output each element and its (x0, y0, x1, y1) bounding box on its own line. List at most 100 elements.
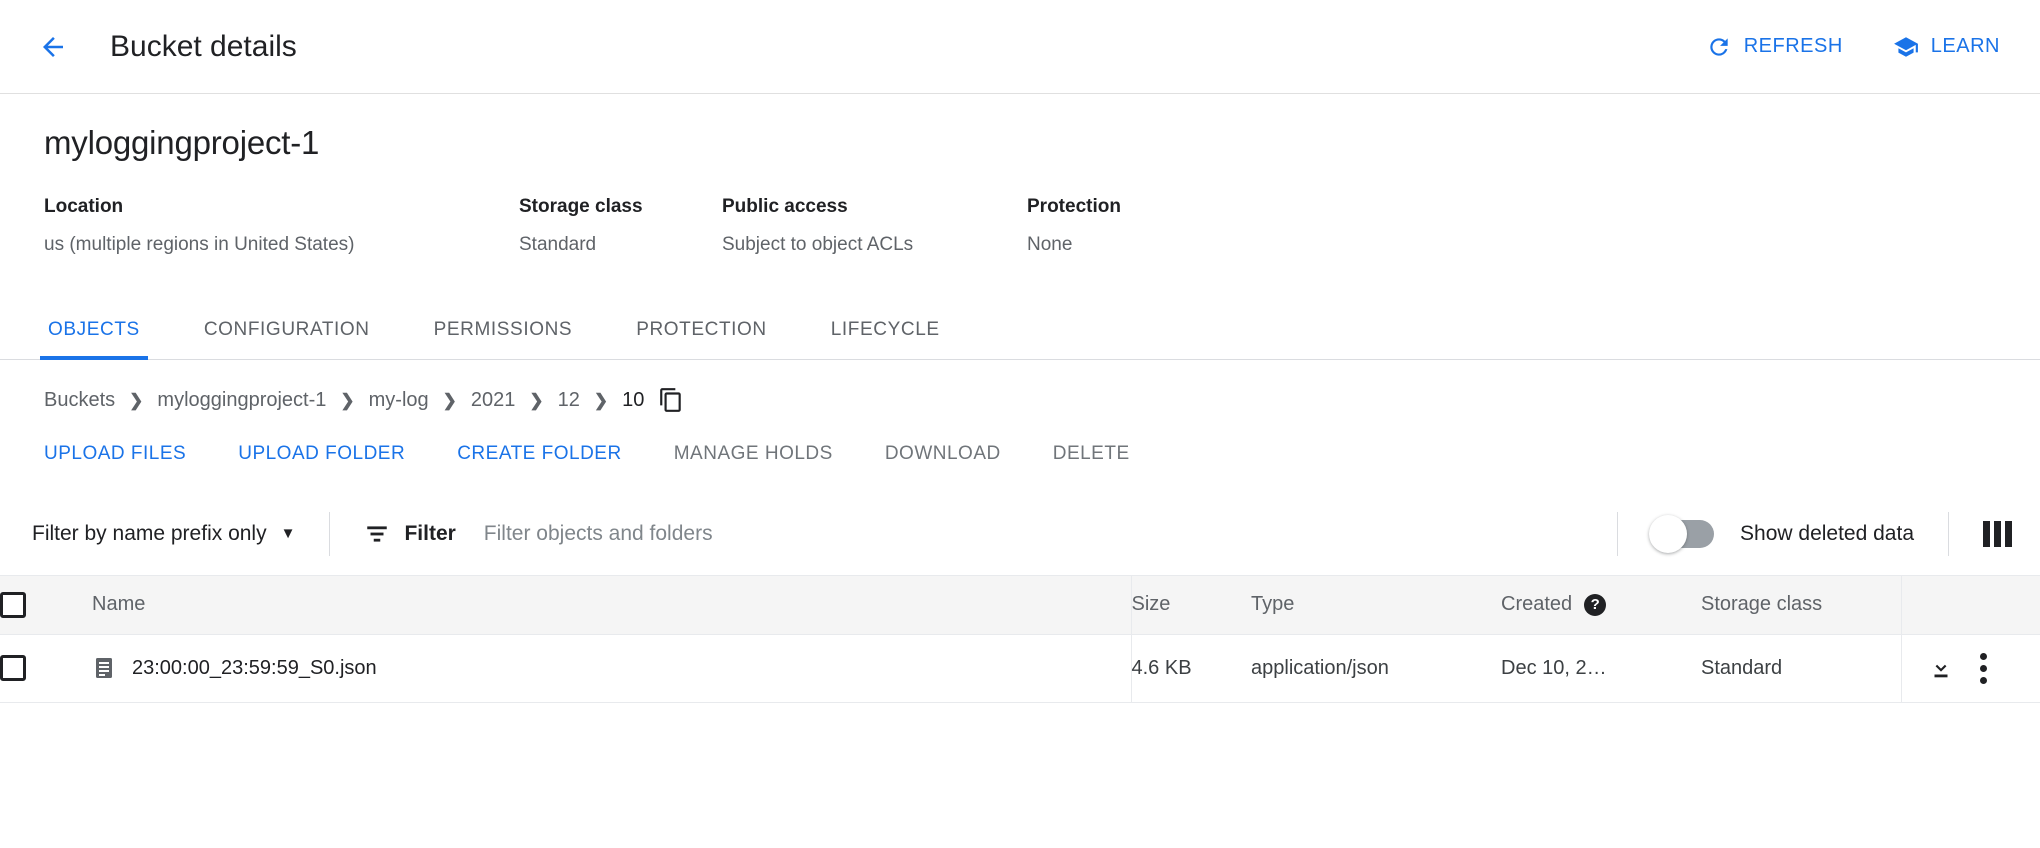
object-actions-bar: UPLOAD FILES UPLOAD FOLDER CREATE FOLDER… (0, 414, 2040, 476)
breadcrumb-item-10: 10 (622, 389, 644, 412)
header-name[interactable]: Name (92, 576, 1131, 634)
filter-input[interactable] (482, 521, 1583, 547)
breadcrumb-item-buckets[interactable]: Buckets (44, 389, 115, 412)
upload-folder-button[interactable]: UPLOAD FOLDER (238, 443, 405, 465)
header-storage-class[interactable]: Storage class (1701, 576, 1901, 634)
learn-label: LEARN (1931, 35, 2000, 58)
refresh-icon (1706, 34, 1732, 60)
table-row[interactable]: 23:00:00_23:59:59_S0.json 4.6 KB applica… (0, 634, 2040, 702)
objects-table: Name Size Type Created ? Storage class (0, 576, 2040, 703)
tab-label: OBJECTS (48, 319, 140, 341)
breadcrumb-separator: ❯ (129, 392, 143, 409)
copy-icon (658, 387, 684, 413)
upload-files-button[interactable]: UPLOAD FILES (44, 443, 186, 465)
metadata-label: Public access (722, 196, 1027, 218)
graduation-cap-icon (1893, 34, 1919, 60)
bucket-metadata-row: Location us (multiple regions in United … (44, 196, 1996, 256)
metadata-public-access: Public access Subject to object ACLs (722, 196, 1027, 256)
bucket-summary: myloggingproject-1 Location us (multiple… (0, 94, 2040, 256)
tab-bar: OBJECTS CONFIGURATION PERMISSIONS PROTEC… (0, 300, 2040, 360)
refresh-button[interactable]: REFRESH (1706, 34, 1843, 60)
metadata-value: Standard (519, 234, 722, 256)
show-deleted-data-toggle[interactable] (1652, 520, 1714, 548)
select-all-header-cell (0, 576, 92, 634)
prefix-filter-dropdown[interactable]: Filter by name prefix only ▼ (32, 522, 295, 546)
breadcrumb-separator: ❯ (529, 392, 543, 409)
page-title: Bucket details (110, 30, 297, 64)
arrow-left-icon (38, 32, 68, 62)
top-app-bar: Bucket details REFRESH LEARN (0, 0, 2040, 94)
row-size: 4.6 KB (1131, 634, 1251, 702)
download-button[interactable]: DOWNLOAD (885, 443, 1001, 465)
breadcrumb: Buckets ❯ myloggingproject-1 ❯ my-log ❯ … (0, 360, 2040, 414)
row-storage-class: Standard (1701, 634, 1901, 702)
row-checkbox[interactable] (0, 655, 26, 681)
show-deleted-data-label: Show deleted data (1740, 522, 1914, 546)
object-name[interactable]: 23:00:00_23:59:59_S0.json (132, 657, 377, 680)
tab-label: PROTECTION (636, 319, 767, 341)
metadata-label: Storage class (519, 196, 722, 218)
create-folder-button[interactable]: CREATE FOLDER (457, 443, 622, 465)
tab-permissions[interactable]: PERMISSIONS (430, 300, 577, 359)
table-body: 23:00:00_23:59:59_S0.json 4.6 KB applica… (0, 634, 2040, 702)
tab-label: PERMISSIONS (434, 319, 573, 341)
manage-holds-button[interactable]: MANAGE HOLDS (674, 443, 833, 465)
breadcrumb-item-12[interactable]: 12 (558, 389, 580, 412)
row-type: application/json (1251, 634, 1501, 702)
tab-objects[interactable]: OBJECTS (44, 300, 144, 359)
tab-configuration[interactable]: CONFIGURATION (200, 300, 374, 359)
learn-button[interactable]: LEARN (1893, 34, 2000, 60)
header-created[interactable]: Created ? (1501, 576, 1701, 634)
divider (1948, 512, 1949, 556)
columns-icon[interactable] (1983, 521, 2012, 547)
breadcrumb-separator: ❯ (443, 392, 457, 409)
row-select-cell (0, 634, 92, 702)
divider (1617, 512, 1618, 556)
prefix-filter-label: Filter by name prefix only (32, 522, 267, 546)
toggle-knob (1649, 515, 1687, 553)
breadcrumb-item-myloggingproject-1[interactable]: myloggingproject-1 (157, 389, 326, 412)
help-icon[interactable]: ? (1584, 594, 1606, 616)
row-actions-cell (1901, 634, 2040, 702)
metadata-storage-class: Storage class Standard (519, 196, 722, 256)
breadcrumb-separator: ❯ (594, 392, 608, 409)
header-actions (1901, 576, 2040, 634)
download-row-button[interactable] (1928, 655, 1954, 681)
tab-lifecycle[interactable]: LIFECYCLE (827, 300, 944, 359)
tab-label: CONFIGURATION (204, 319, 370, 341)
select-all-checkbox[interactable] (0, 592, 26, 618)
filter-bar: Filter by name prefix only ▼ Filter Show… (0, 492, 2040, 576)
back-button[interactable] (28, 22, 78, 72)
metadata-label: Location (44, 196, 519, 218)
metadata-value: None (1027, 234, 1227, 256)
table-header-row: Name Size Type Created ? Storage class (0, 576, 2040, 634)
metadata-label: Protection (1027, 196, 1227, 218)
filter-button[interactable]: Filter (364, 521, 455, 547)
metadata-value: Subject to object ACLs (722, 234, 1027, 256)
download-icon (1928, 655, 1954, 681)
row-created: Dec 10, 2… (1501, 634, 1701, 702)
breadcrumb-item-my-log[interactable]: my-log (369, 389, 429, 412)
filter-label: Filter (404, 522, 455, 546)
divider (329, 512, 330, 556)
top-bar-actions: REFRESH LEARN (1706, 34, 2000, 60)
metadata-value: us (multiple regions in United States) (44, 234, 519, 256)
chevron-down-icon: ▼ (281, 526, 296, 541)
header-created-label: Created (1501, 593, 1572, 616)
breadcrumb-item-2021[interactable]: 2021 (471, 389, 516, 412)
json-file-icon (92, 656, 116, 680)
filter-icon (364, 521, 390, 547)
breadcrumb-separator: ❯ (340, 392, 354, 409)
bucket-name: myloggingproject-1 (44, 124, 1996, 162)
metadata-protection: Protection None (1027, 196, 1227, 256)
table-header: Name Size Type Created ? Storage class (0, 576, 2040, 634)
delete-button[interactable]: DELETE (1053, 443, 1130, 465)
refresh-label: REFRESH (1744, 35, 1843, 58)
header-size[interactable]: Size (1131, 576, 1251, 634)
more-vert-icon[interactable] (1980, 653, 1987, 684)
tab-label: LIFECYCLE (831, 319, 940, 341)
header-type[interactable]: Type (1251, 576, 1501, 634)
filter-bar-right-tools: Show deleted data (1583, 512, 2012, 556)
copy-path-button[interactable] (658, 387, 684, 413)
tab-protection[interactable]: PROTECTION (632, 300, 771, 359)
